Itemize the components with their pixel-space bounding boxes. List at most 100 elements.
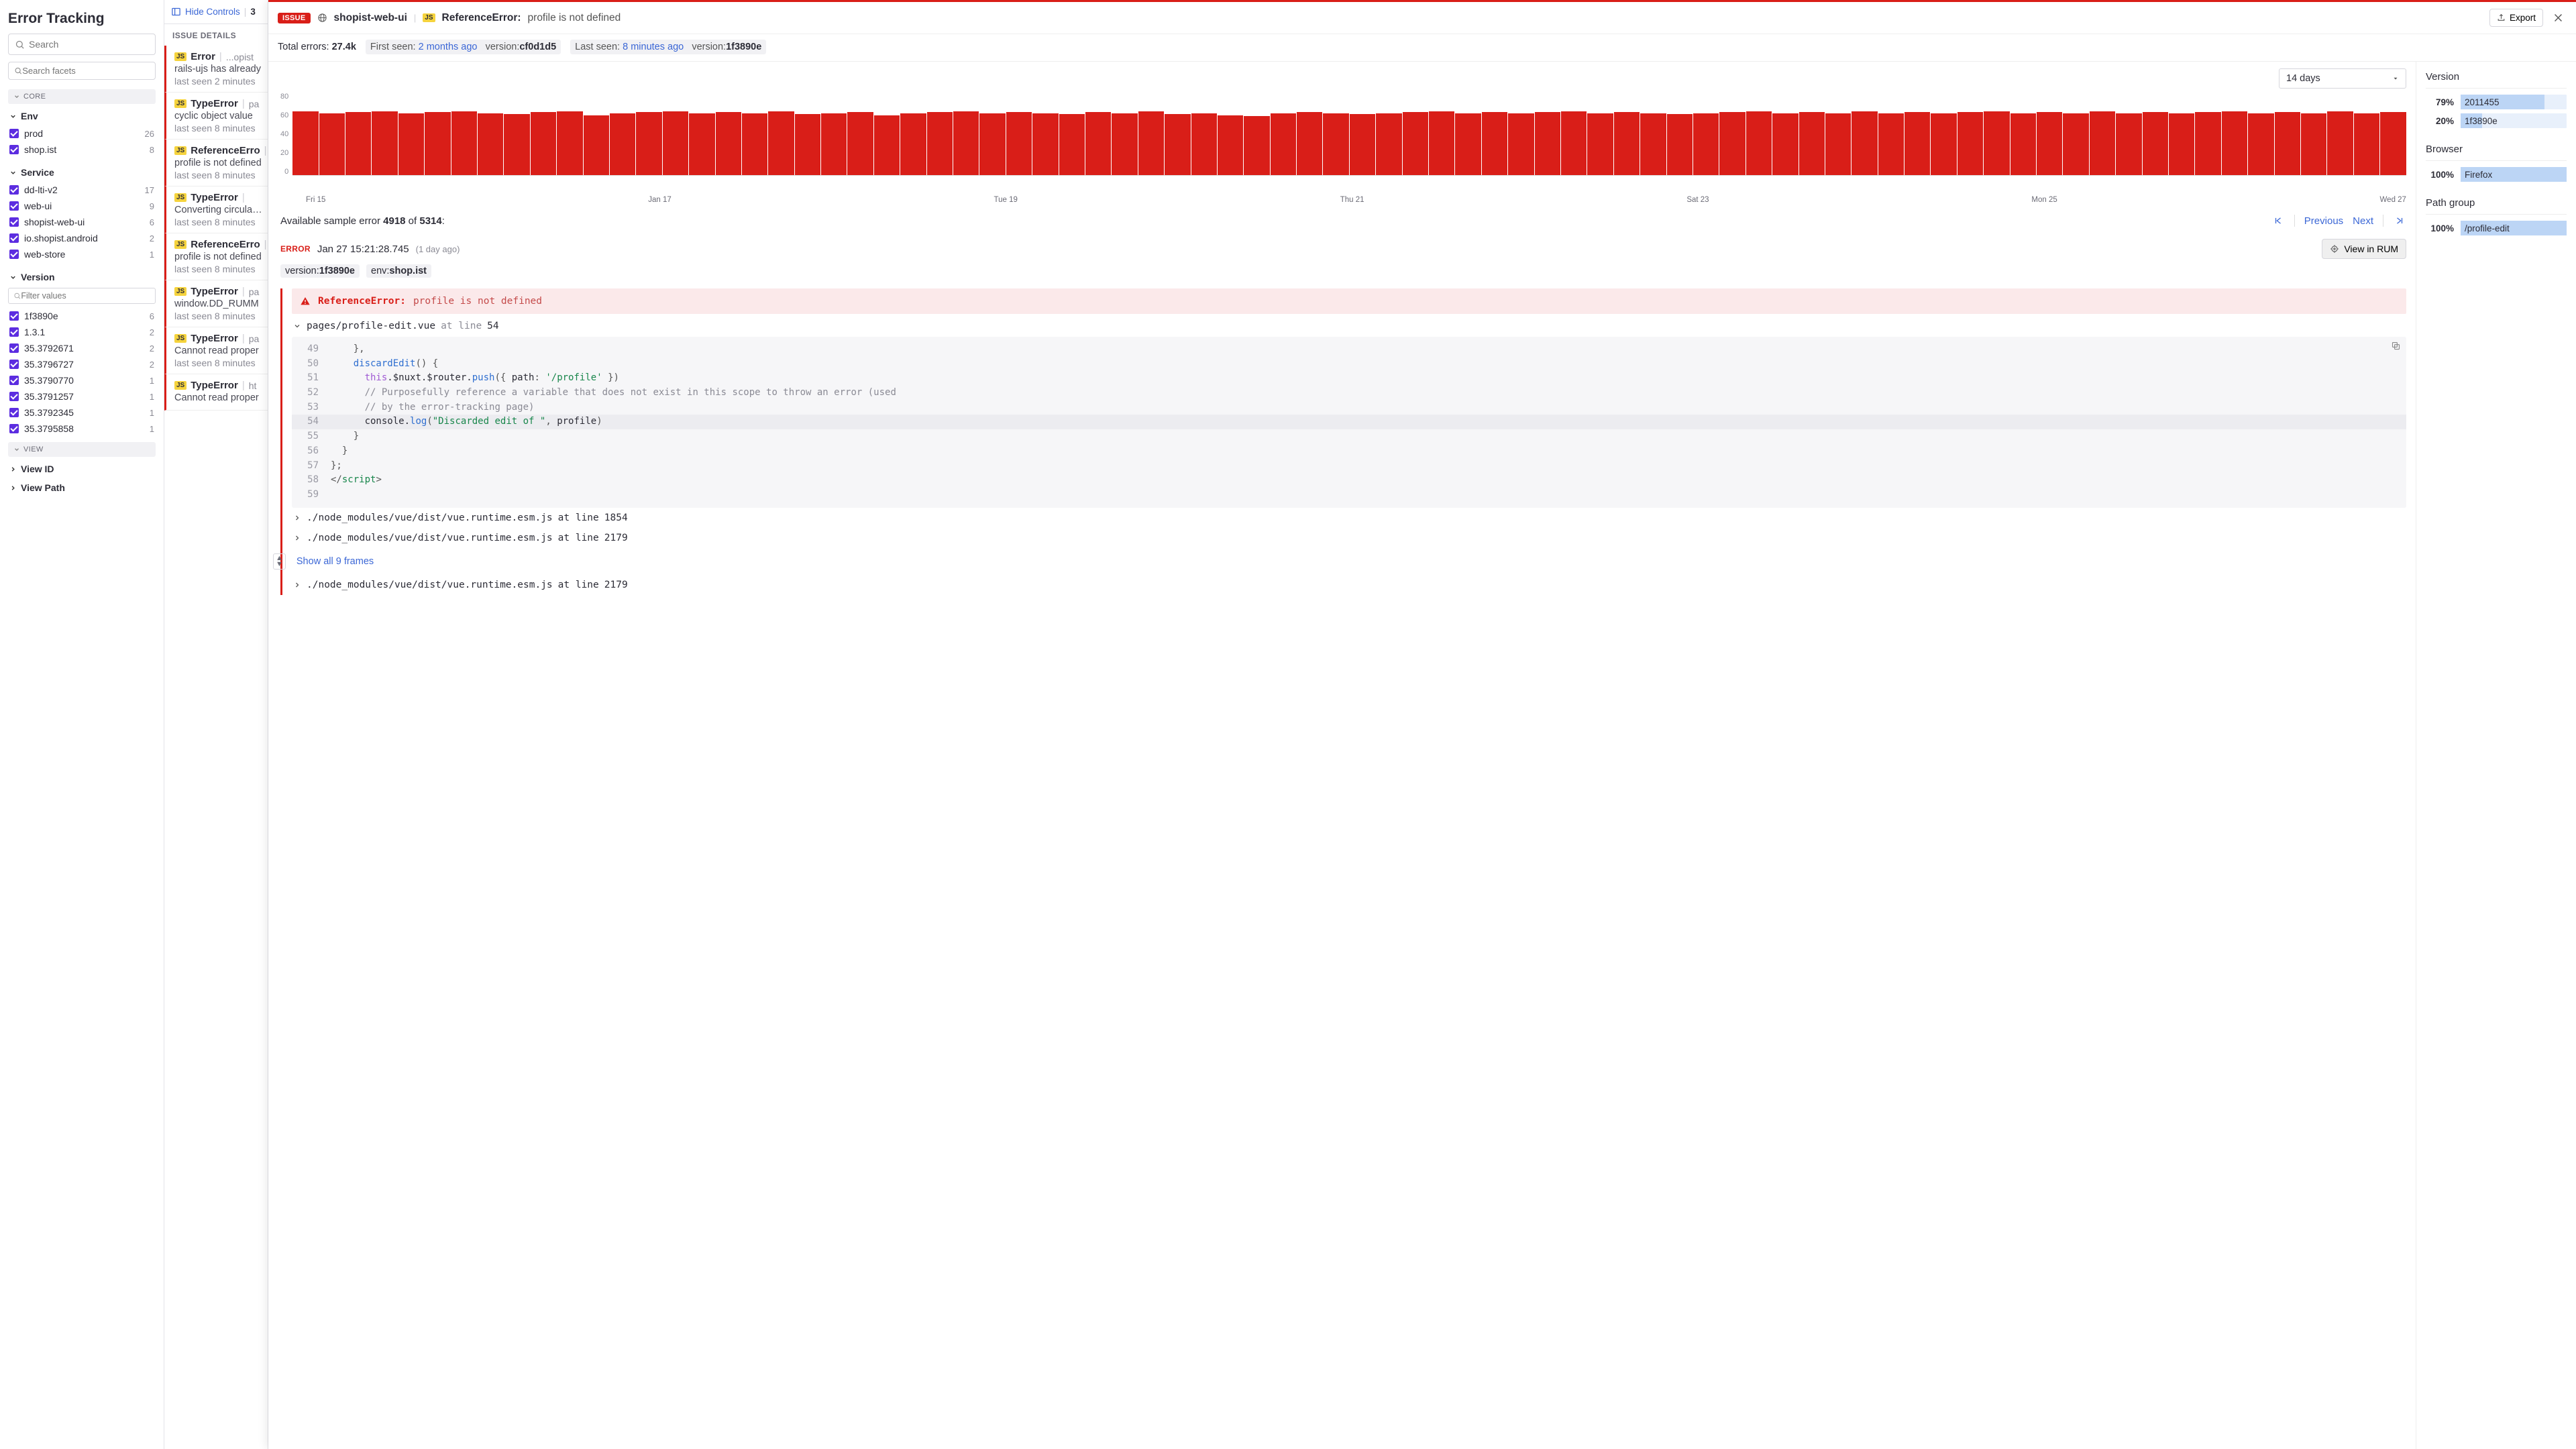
version-filter[interactable] [8, 288, 156, 304]
chart-bar[interactable] [2090, 111, 2115, 175]
close-button[interactable] [2550, 9, 2567, 26]
chart-bar[interactable] [1508, 113, 1534, 175]
last-sample-button[interactable] [2393, 215, 2406, 227]
checkbox-icon[interactable] [9, 376, 19, 385]
chart-bar[interactable] [768, 111, 794, 175]
chart-bar[interactable] [1323, 113, 1348, 175]
chart-bar[interactable] [1746, 111, 1772, 175]
chart-bar[interactable] [478, 113, 503, 175]
checkbox-icon[interactable] [9, 343, 19, 353]
chart-bar[interactable] [372, 111, 397, 175]
chart-bar[interactable] [1455, 113, 1481, 175]
chart-bar[interactable] [1085, 112, 1111, 175]
chart-bar[interactable] [1931, 113, 1956, 175]
issue-list-item[interactable]: JSTypeError|pawindow.DD_RUMMlast seen 8 … [164, 280, 268, 327]
chart-bar[interactable] [451, 111, 477, 175]
checkbox-icon[interactable] [9, 392, 19, 401]
facet-group-view[interactable]: VIEW [8, 442, 156, 457]
chart-bar[interactable] [1271, 113, 1296, 175]
chart-bar[interactable] [345, 112, 371, 175]
facet-viewpath-header[interactable]: View Path [8, 478, 156, 497]
chart-bar[interactable] [2063, 113, 2088, 175]
expand-collapse-icon[interactable]: ▲▼ [273, 553, 286, 570]
checkbox-icon[interactable] [9, 311, 19, 321]
facet-value[interactable]: 35.37926712 [8, 340, 156, 356]
chart-bar[interactable] [979, 113, 1005, 175]
issue-list-item[interactable]: JSError|...opistrails-ujs has alreadylas… [164, 46, 268, 93]
chart-bar[interactable] [2037, 112, 2062, 175]
checkbox-icon[interactable] [9, 145, 19, 154]
facet-value[interactable]: dd-lti-v217 [8, 182, 156, 198]
chart-bar[interactable] [2143, 112, 2168, 175]
side-facet-row[interactable]: 100%Firefox [2426, 165, 2567, 184]
chart-bar[interactable] [1825, 113, 1851, 175]
global-search-input[interactable] [29, 39, 149, 50]
stack-frame-collapsed[interactable]: ./node_modules/vue/dist/vue.runtime.esm.… [292, 508, 2406, 528]
chart-bar[interactable] [2327, 111, 2353, 175]
facet-env-header[interactable]: Env [8, 107, 156, 125]
chart-bar[interactable] [1165, 114, 1190, 175]
chart-bar[interactable] [742, 113, 767, 175]
facet-value[interactable]: io.shopist.android2 [8, 230, 156, 246]
hide-controls-link[interactable]: Hide Controls [185, 7, 240, 17]
view-in-rum-button[interactable]: View in RUM [2322, 239, 2406, 259]
chart-bar[interactable] [1772, 113, 1798, 175]
chart-bar[interactable] [636, 112, 661, 175]
chart-bar[interactable] [2010, 113, 2036, 175]
stack-frame-collapsed[interactable]: ./node_modules/vue/dist/vue.runtime.esm.… [292, 528, 2406, 548]
issue-list-item[interactable]: JSReferenceErro|profile is not definedla… [164, 140, 268, 186]
chart-bar[interactable] [610, 113, 635, 175]
chart-bar[interactable] [900, 113, 926, 175]
chart-bar[interactable] [1984, 111, 2009, 175]
issue-list-item[interactable]: JSTypeError|paCannot read properlast see… [164, 327, 268, 374]
checkbox-icon[interactable] [9, 201, 19, 211]
chart-bar[interactable] [1693, 113, 1719, 175]
chart-bar[interactable] [795, 114, 820, 175]
facet-value[interactable]: 35.37967272 [8, 356, 156, 372]
chart-bar[interactable] [1904, 112, 1930, 175]
facet-value[interactable]: 35.37923451 [8, 405, 156, 421]
chart-bar[interactable] [1587, 113, 1613, 175]
chart-bar[interactable] [821, 113, 847, 175]
chart-bar[interactable] [1878, 113, 1904, 175]
side-facet-row[interactable]: 79%2011455 [2426, 93, 2567, 111]
global-search[interactable] [8, 34, 156, 55]
chart-bar[interactable] [1376, 113, 1401, 175]
previous-sample-link[interactable]: Previous [2304, 215, 2343, 227]
checkbox-icon[interactable] [9, 129, 19, 138]
facet-group-core[interactable]: CORE [8, 89, 156, 104]
chart-bar[interactable] [2380, 112, 2406, 175]
facet-viewid-header[interactable]: View ID [8, 460, 156, 478]
chart-bar[interactable] [1851, 111, 1877, 175]
checkbox-icon[interactable] [9, 327, 19, 337]
checkbox-icon[interactable] [9, 424, 19, 433]
chart-bar[interactable] [1218, 115, 1243, 175]
chart-bar[interactable] [504, 114, 529, 175]
chart-bar[interactable] [927, 112, 953, 175]
chart-bar[interactable] [953, 111, 979, 175]
chart-bar[interactable] [1138, 111, 1164, 175]
facet-value[interactable]: shopist-web-ui6 [8, 214, 156, 230]
chart-bar[interactable] [716, 112, 741, 175]
issue-list-item[interactable]: JSReferenceErro|profile is not definedla… [164, 233, 268, 280]
issue-list-item[interactable]: JSTypeError|Converting circular slast se… [164, 186, 268, 233]
chart-bar[interactable] [1350, 114, 1375, 175]
show-all-frames-link[interactable]: ▲▼ Show all 9 frames [292, 548, 2406, 575]
issue-list-item[interactable]: JSTypeError|htCannot read proper [164, 374, 268, 411]
chart-bar[interactable] [2169, 113, 2194, 175]
chart-bar[interactable] [1006, 112, 1032, 175]
checkbox-icon[interactable] [9, 233, 19, 243]
chart-bar[interactable] [2248, 113, 2273, 175]
chart-bar[interactable] [319, 113, 345, 175]
side-facet-row[interactable]: 100%/profile-edit [2426, 219, 2567, 237]
facet-value[interactable]: 1.3.12 [8, 324, 156, 340]
stack-frame-expanded[interactable]: pages/profile-edit.vue at line 54 [292, 314, 2406, 337]
chart-bar[interactable] [425, 112, 450, 175]
checkbox-icon[interactable] [9, 250, 19, 259]
facet-search[interactable] [8, 62, 156, 80]
chart-bars[interactable] [292, 93, 2406, 176]
side-facet-row[interactable]: 20%1f3890e [2426, 111, 2567, 130]
chart-bar[interactable] [1719, 112, 1745, 175]
chart-bar[interactable] [1429, 111, 1454, 175]
chart-bar[interactable] [663, 111, 688, 175]
